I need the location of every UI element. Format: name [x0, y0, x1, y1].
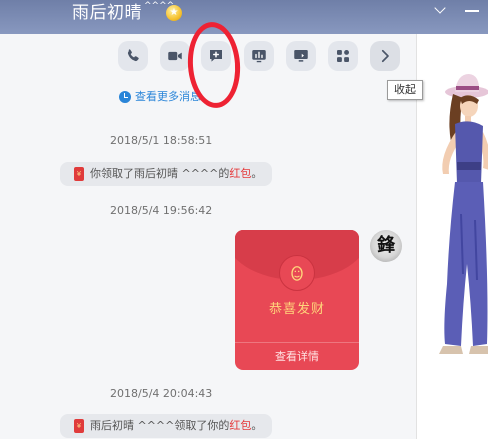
clock-icon — [119, 91, 131, 103]
remote-desktop-button[interactable] — [286, 41, 316, 71]
system-message: 你领取了雨后初晴 ^^^^的红包。 — [60, 162, 273, 186]
expand-panel-button[interactable] — [370, 41, 400, 71]
red-packet-icon — [74, 419, 84, 433]
system-message-end: 。 — [251, 167, 263, 180]
system-message-text: 雨后初晴 ^^^^领取了你的 — [90, 419, 230, 432]
red-packet-card[interactable]: 恭喜发财 查看详情 — [235, 230, 359, 370]
view-details-link[interactable]: 查看详情 — [235, 342, 359, 370]
video-camera-icon — [168, 51, 182, 61]
timestamp: 2018/5/4 20:04:43 — [110, 387, 213, 400]
collapse-tooltip: 收起 — [387, 80, 423, 100]
avatar-image: 鋒 — [377, 235, 395, 256]
title-bar: 雨后初晴 ^^^^ ★ — [0, 0, 488, 34]
avatar[interactable]: 鋒 — [370, 230, 402, 262]
video-call-button[interactable] — [160, 41, 190, 71]
red-packet-greeting: 恭喜发财 — [268, 302, 325, 317]
chevron-right-icon — [381, 49, 389, 63]
view-more-messages-link[interactable]: 查看更多消息 — [119, 90, 201, 104]
chevron-down-icon[interactable] — [434, 4, 448, 16]
contact-name: 雨后初晴 — [72, 3, 142, 23]
system-message-end: 。 — [251, 419, 263, 432]
screen-share-button[interactable] — [244, 41, 274, 71]
profile-show-panel — [416, 34, 488, 439]
system-message: 雨后初晴 ^^^^领取了你的红包。 — [60, 414, 273, 438]
timestamp: 2018/5/1 18:58:51 — [110, 134, 213, 147]
vip-star-icon: ★ — [166, 5, 182, 21]
red-packet-link[interactable]: 红包 — [229, 419, 251, 432]
avatar-figure-illustration — [439, 74, 488, 354]
system-message-text: 你领取了雨后初晴 ^^^^的 — [90, 167, 230, 180]
view-more-messages-label: 查看更多消息 — [135, 90, 201, 103]
chart-bars-icon — [252, 50, 266, 63]
minimize-icon[interactable] — [465, 10, 479, 12]
red-packet-icon — [74, 167, 84, 181]
voice-call-button[interactable] — [118, 41, 148, 71]
message-list: 查看更多消息 2018/5/1 18:58:51 你领取了雨后初晴 ^^^^的红… — [0, 82, 416, 439]
red-packet-link[interactable]: 红包 — [229, 167, 251, 180]
timestamp: 2018/5/4 19:56:42 — [110, 204, 213, 217]
qq-penguin-icon — [279, 255, 315, 291]
phone-icon — [127, 49, 139, 62]
monitor-icon — [294, 50, 308, 62]
chat-window: 雨后初晴 ^^^^ ★ 查看更多消息 2018/5/1 18:58:51 ¥ 你… — [0, 0, 488, 439]
apps-button[interactable] — [328, 41, 358, 71]
apps-grid-icon — [337, 50, 349, 62]
